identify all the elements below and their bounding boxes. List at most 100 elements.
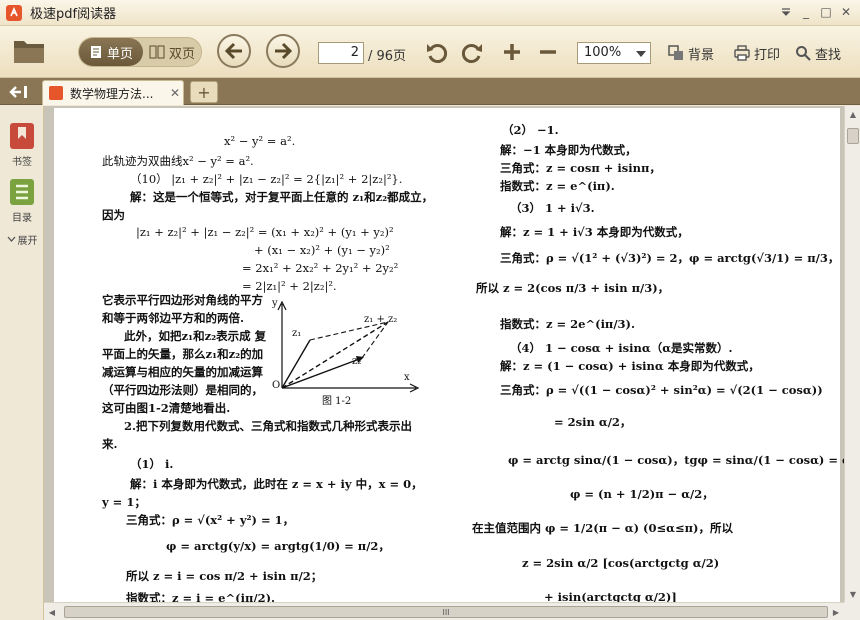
pdf-line: 解：z = (1 − cosα) + isinα 本身即为代数式， xyxy=(500,359,760,373)
print-label: 打印 xyxy=(754,47,781,63)
figure-origin-label: O xyxy=(272,380,281,391)
rotate-left-button[interactable] xyxy=(424,40,450,66)
pdf-file-icon xyxy=(49,86,63,100)
title-bar: 极速pdf阅读器 _ □ ✕ xyxy=(0,0,860,26)
figure-sum-label: z₁ + z₂ xyxy=(364,314,398,325)
zoom-out-button[interactable] xyxy=(536,40,560,64)
document-viewport[interactable]: x² − y² = a². 此轨迹为双曲线x² − y² = a². （10） … xyxy=(44,106,860,620)
page-total: / 96页 xyxy=(368,49,407,64)
pdf-line: 三角式：z = cosπ + isinπ， xyxy=(500,161,661,175)
double-page-label: 双页 xyxy=(168,46,195,62)
pdf-line: y = 1； xyxy=(102,495,146,509)
rotate-right-icon xyxy=(461,44,482,63)
minimize-button[interactable]: _ xyxy=(796,3,816,21)
printer-icon xyxy=(734,45,750,61)
app-title: 极速pdf阅读器 xyxy=(30,7,117,22)
arrow-left-icon xyxy=(224,42,242,60)
background-button[interactable]: 背景 xyxy=(668,42,714,64)
scroll-down-icon[interactable]: ▼ xyxy=(845,586,860,602)
single-page-button[interactable]: 单页 xyxy=(79,38,143,66)
scroll-left-icon[interactable]: ◀ xyxy=(44,603,60,620)
toolbar: 单页 双页 2 / 96页 100% 背景 打印 查找 xyxy=(0,26,860,78)
plus-icon xyxy=(504,44,520,60)
sidebar-item-toc[interactable]: 目录 xyxy=(0,178,44,224)
sidebar-item-bookmarks[interactable]: 书签 xyxy=(0,122,44,168)
expand-label: 展开 xyxy=(17,236,38,247)
horizontal-scroll-thumb[interactable]: III xyxy=(64,606,828,618)
pdf-line: 解：这是一个恒等式，对于复平面上任意的 z₁和z₂都成立， xyxy=(130,190,434,204)
pdf-line: |z₁ + z₂|² + |z₁ − z₂|² = (x₁ + x₂)² + (… xyxy=(136,225,394,239)
chevron-down-icon xyxy=(7,236,15,242)
prev-page-button[interactable] xyxy=(217,34,251,68)
pdf-line: （3） 1 + i√3. xyxy=(510,201,595,215)
pdf-line: 减运算与相应的矢量的加减运算 xyxy=(102,365,263,379)
background-label: 背景 xyxy=(688,47,715,63)
pdf-line: 三角式：ρ = √(1² + (√3)²) = 2，φ = arctg(√3/1… xyxy=(500,251,840,265)
rotate-right-button[interactable] xyxy=(459,40,485,66)
scroll-right-icon[interactable]: ▶ xyxy=(828,603,844,620)
arrow-back-icon xyxy=(9,85,27,98)
pdf-line: φ = (n + 1/2)π − α/2， xyxy=(570,487,714,501)
tab-close-icon[interactable]: ✕ xyxy=(170,86,180,100)
list-icon xyxy=(10,179,34,205)
pdf-line: + (x₁ − x₂)² + (y₁ − y₂)² xyxy=(254,243,390,257)
pdf-line: φ = arctg sinα/(1 − cosα)，tgφ = sinα/(1 … xyxy=(508,453,860,467)
sidebar-expand[interactable]: 展开 xyxy=(0,232,44,247)
tab-bar: 数学物理方法... ✕ + xyxy=(0,78,860,105)
bookmark-icon xyxy=(10,123,34,149)
vertical-scroll-thumb[interactable] xyxy=(847,128,859,144)
pdf-line: 所以 z = 2(cos π/3 + isin π/3)， xyxy=(476,281,670,295)
pdf-line: 来. xyxy=(102,437,118,451)
vertical-scrollbar[interactable]: ▲ ▼ xyxy=(844,106,860,602)
pdf-line: 解：−1 本身即为代数式， xyxy=(500,143,637,157)
page-number-input[interactable]: 2 xyxy=(318,42,364,64)
scroll-grip: III xyxy=(442,607,450,617)
pdf-line: （平行四边形法则）是相同的， xyxy=(102,383,263,397)
pdf-line: （4） 1 − cosα + isinα（α是实常数）. xyxy=(510,341,733,355)
pdf-line: 平面上的矢量，那么z₁和z₂的加 xyxy=(102,347,264,361)
pdf-line: 它表示平行四边形对角线的平方 xyxy=(102,293,263,307)
pdf-line: 三角式：ρ = √((1 − cosα)² + sin²α) = √(2(1 −… xyxy=(500,383,823,397)
app-logo-icon xyxy=(6,4,22,21)
tab-label: 数学物理方法... xyxy=(70,86,154,101)
tab-document[interactable]: 数学物理方法... ✕ xyxy=(42,80,184,105)
pdf-line: = 2|z₁|² + 2|z₂|². xyxy=(242,279,337,293)
page-mode-toggle: 单页 双页 xyxy=(78,37,202,67)
figure-x-axis-label: x xyxy=(404,372,410,383)
pdf-line: 因为 xyxy=(102,208,125,222)
pdf-line: 所以 z = i = cos π/2 + isin π/2； xyxy=(126,569,323,583)
figure-caption: 图 1-2 xyxy=(322,396,352,407)
pdf-line: φ = arctg(y/x) = argtg(1/0) = π/2， xyxy=(166,539,390,553)
menu-arrow-icon[interactable] xyxy=(776,3,796,21)
new-tab-button[interactable]: + xyxy=(190,81,218,103)
figure-z2-label: z₂ xyxy=(352,356,362,367)
search-button[interactable]: 查找 xyxy=(795,42,841,64)
pdf-line: 此轨迹为双曲线x² − y² = a². xyxy=(102,154,254,168)
double-page-icon xyxy=(149,45,165,59)
scroll-corner xyxy=(844,602,860,620)
print-button[interactable]: 打印 xyxy=(734,42,780,64)
open-folder-button[interactable] xyxy=(12,36,46,66)
maximize-button[interactable]: □ xyxy=(816,3,836,21)
double-page-button[interactable]: 双页 xyxy=(143,38,201,66)
pdf-line: = 2sin α/2， xyxy=(554,415,632,429)
pdf-line: 解：i 本身即为代数式，此时在 z = x + iy 中，x = 0， xyxy=(130,477,423,491)
pdf-line: （10） |z₁ + z₂|² + |z₁ − z₂|² = 2{|z₁|² +… xyxy=(130,172,403,186)
pdf-line: x² − y² = a². xyxy=(224,134,296,148)
search-label: 查找 xyxy=(815,47,842,63)
zoom-in-button[interactable] xyxy=(500,40,524,64)
scroll-up-icon[interactable]: ▲ xyxy=(845,106,860,122)
pdf-line: 2.把下列复数用代数式、三角式和指数式几种形式表示出 xyxy=(124,419,413,433)
next-page-button[interactable] xyxy=(266,34,300,68)
sidebar: 书签 目录 展开 xyxy=(0,106,44,620)
pdf-page: x² − y² = a². 此轨迹为双曲线x² − y² = a². （10） … xyxy=(54,108,860,606)
pdf-line: （2） −1. xyxy=(502,123,559,137)
close-button[interactable]: ✕ xyxy=(836,3,856,21)
bookmarks-label: 书签 xyxy=(12,157,32,168)
background-icon xyxy=(668,45,683,60)
figure-z1-label: z₁ xyxy=(292,328,302,339)
zoom-select[interactable]: 100% xyxy=(577,42,651,64)
horizontal-scrollbar[interactable]: ◀ III ▶ xyxy=(44,602,844,620)
folder-icon xyxy=(14,41,44,63)
collapse-sidebar-button[interactable] xyxy=(4,81,34,102)
